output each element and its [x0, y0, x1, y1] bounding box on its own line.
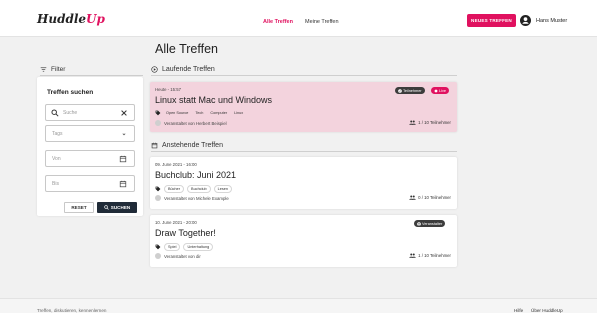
avatar — [155, 253, 161, 259]
nav-my-meetings[interactable]: Meine Treffen — [305, 19, 339, 25]
upcoming-section-label: Anstehende Treffen — [162, 141, 223, 149]
tag-chip[interactable]: Open Source — [164, 110, 190, 116]
upcoming-section-heading: Anstehende Treffen — [151, 139, 457, 152]
meeting-tags: Spiel Unterhaltung — [155, 243, 214, 251]
filter-heading[interactable]: Filter — [40, 63, 143, 76]
participant-label: 1 / 10 Teilnehmer — [418, 120, 451, 125]
organizer-badge: Veranstalter — [414, 220, 446, 227]
about-link[interactable]: Über HuddleUp — [531, 308, 563, 313]
participant-label: 0 / 10 Teilnehmer — [418, 195, 451, 200]
meeting-date: 10. June 2021 - 20:00 — [155, 220, 197, 225]
live-dot-icon — [434, 89, 438, 92]
new-meeting-button[interactable]: NEUES TREFFEN — [467, 14, 516, 27]
tag-chip[interactable]: Unterhaltung — [183, 243, 214, 251]
tag-chip[interactable]: Lesen — [213, 185, 233, 193]
tag-chip[interactable]: Computer — [208, 110, 229, 116]
avatar — [155, 120, 161, 126]
logo[interactable]: HuddleUp — [37, 12, 105, 26]
tag-chip[interactable]: Spiel — [164, 243, 181, 251]
meeting-card-live[interactable]: Heute - 15:57 Linux statt Mac und Window… — [150, 82, 457, 132]
filter-panel: Treffen suchen Suche Tags Von Bis — [37, 77, 143, 216]
account-icon[interactable] — [520, 15, 531, 26]
running-section-label: Laufende Treffen — [162, 65, 215, 73]
search-button[interactable]: SUCHEN — [97, 202, 137, 213]
search-icon — [51, 109, 59, 117]
participant-badge: Teilnehmer — [395, 87, 425, 94]
tag-chip[interactable]: Buchclub — [187, 185, 211, 193]
chevron-down-icon — [122, 133, 126, 136]
play-circle-icon — [151, 65, 158, 73]
search-icon — [104, 205, 109, 210]
tag-chip[interactable]: Tech — [193, 110, 205, 116]
app-header: HuddleUp Alle Treffen Meine Treffen NEUE… — [0, 0, 597, 37]
live-badge-label: Live — [439, 88, 446, 93]
tag-chip[interactable]: Bücher — [164, 185, 185, 193]
person-icon — [417, 221, 421, 226]
running-section-heading: Laufende Treffen — [151, 63, 457, 76]
search-placeholder: Suche — [63, 110, 78, 116]
user-name[interactable]: Hans Muster — [536, 18, 567, 24]
date-from-placeholder: Von — [52, 156, 61, 162]
calendar-icon[interactable] — [119, 155, 127, 163]
filter-title: Treffen suchen — [47, 89, 94, 96]
meeting-organizer: Veranstaltet von dir — [155, 253, 201, 259]
search-input[interactable]: Suche — [45, 104, 135, 121]
meeting-organizer: Veranstaltet von Michele Example — [155, 195, 229, 201]
date-to-placeholder: Bis — [52, 181, 59, 187]
tags-placeholder: Tags — [52, 131, 63, 137]
clear-icon[interactable] — [120, 109, 128, 117]
nav-all-meetings[interactable]: Alle Treffen — [263, 19, 293, 25]
meeting-card[interactable]: 09. June 2021 - 16:00 Buchclub: Juni 202… — [150, 157, 457, 209]
meeting-title[interactable]: Buchclub: Juni 2021 — [155, 170, 236, 180]
people-icon — [409, 120, 416, 125]
meeting-title[interactable]: Draw Together! — [155, 228, 216, 238]
organizer-label: Veranstaltet von Herbert Beispiel — [164, 120, 227, 126]
tag-chip[interactable]: Linux — [232, 110, 245, 116]
participant-count: 0 / 10 Teilnehmer — [409, 195, 451, 200]
meeting-tags: Bücher Buchclub Lesen — [155, 185, 233, 193]
footer-tagline: Treffen, diskutieren, kennenlernen — [37, 308, 107, 313]
date-from-field[interactable]: Von — [45, 150, 135, 167]
meeting-organizer: Veranstaltet von Herbert Beispiel — [155, 120, 227, 126]
organizer-label: Veranstaltet von dir — [164, 253, 201, 259]
meeting-title[interactable]: Linux statt Mac und Windows — [155, 95, 272, 105]
filter-heading-label: Filter — [51, 65, 66, 73]
calendar-icon — [151, 142, 158, 148]
tags-select[interactable]: Tags — [45, 125, 135, 142]
participant-count: 1 / 10 Teilnehmer — [409, 120, 451, 125]
filter-icon — [40, 66, 47, 72]
participant-badge-label: Teilnehmer — [403, 88, 422, 93]
meeting-tags: Open Source Tech Computer Linux — [155, 110, 245, 116]
check-circle-icon — [398, 88, 402, 93]
live-badge: Live — [431, 87, 449, 94]
logo-text: Huddle — [37, 12, 87, 26]
tag-icon — [155, 186, 161, 192]
organizer-label: Veranstaltet von Michele Example — [164, 195, 229, 201]
date-to-field[interactable]: Bis — [45, 175, 135, 192]
people-icon — [409, 195, 416, 200]
tag-icon — [155, 110, 161, 116]
calendar-icon[interactable] — [119, 180, 127, 188]
meeting-date: Heute - 15:57 — [155, 87, 182, 92]
search-button-label: SUCHEN — [110, 205, 131, 210]
organizer-badge-label: Veranstalter — [422, 221, 443, 226]
participant-label: 1 / 10 Teilnehmer — [418, 253, 451, 258]
tag-icon — [155, 244, 161, 250]
logo-accent: Up — [86, 12, 105, 26]
avatar — [155, 195, 161, 201]
meeting-date: 09. June 2021 - 16:00 — [155, 162, 197, 167]
reset-button[interactable]: RESET — [64, 202, 94, 213]
people-icon — [409, 253, 416, 258]
participant-count: 1 / 10 Teilnehmer — [409, 253, 451, 258]
page-title: Alle Treffen — [155, 42, 219, 56]
meeting-card[interactable]: 10. June 2021 - 20:00 Draw Together! Spi… — [150, 215, 457, 267]
help-link[interactable]: Hilfe — [514, 308, 523, 313]
